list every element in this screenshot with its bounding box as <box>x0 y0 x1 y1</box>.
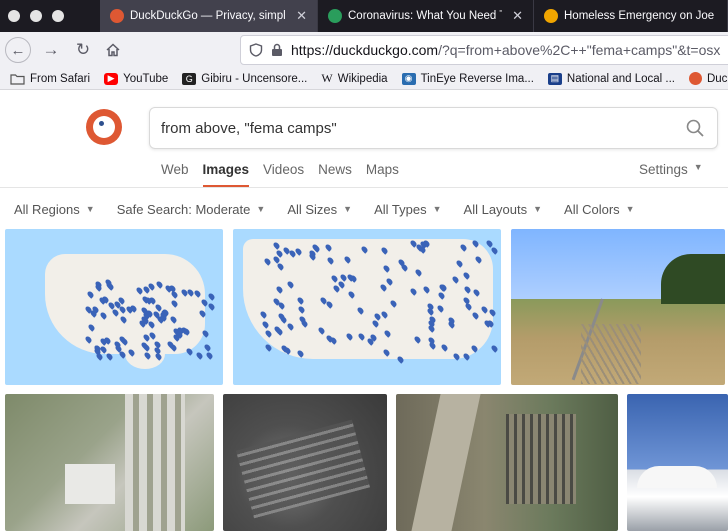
map-pin-icon <box>205 350 214 360</box>
bookmark-duckduckgo[interactable]: DuckD <box>688 72 728 85</box>
search-header: from above, "fema camps" Web Images Vide… <box>0 90 728 188</box>
gibiru-icon: G <box>182 72 197 85</box>
lock-icon <box>272 43 282 56</box>
bookmark-wikipedia[interactable]: W Wikipedia <box>321 71 387 86</box>
back-button[interactable]: ← <box>5 37 31 63</box>
search-verticals: Web Images Videos News Maps <box>161 162 399 187</box>
map-pin-icon <box>207 302 216 312</box>
filter-safe-search[interactable]: Safe Search: Moderate ▼ <box>117 202 266 217</box>
search-input[interactable]: from above, "fema camps" <box>149 107 718 149</box>
shield-icon[interactable] <box>249 43 263 57</box>
duckduckgo-icon <box>688 72 702 85</box>
chevron-down-icon: ▼ <box>256 204 266 214</box>
tab-title: Coronavirus: What You Need To <box>348 10 503 22</box>
tab-duckduckgo[interactable]: DuckDuckGo — Privacy, simplifi ✕ <box>100 0 318 32</box>
tab-maps[interactable]: Maps <box>366 162 399 177</box>
bookmark-tineye[interactable]: ◉ TinEye Reverse Ima... <box>401 72 534 85</box>
settings-dropdown[interactable]: Settings ▼ <box>639 162 703 177</box>
chevron-down-icon: ▼ <box>625 204 635 214</box>
chevron-down-icon: ▼ <box>432 204 442 214</box>
tab-title: Homeless Emergency on Joe Ro <box>564 10 717 22</box>
bookmark-national-local[interactable]: ▤ National and Local ... <box>547 72 675 85</box>
map-pin-icon <box>203 342 213 352</box>
coronavirus-favicon-icon <box>328 9 342 23</box>
image-result-aerial-airport[interactable] <box>5 394 214 531</box>
search-query-text: from above, "fema camps" <box>161 119 337 137</box>
tab-news[interactable]: News <box>318 162 352 177</box>
chevron-down-icon: ▼ <box>693 162 703 172</box>
zoom-window-button[interactable] <box>52 10 64 22</box>
image-result-aerial-rail-yard[interactable] <box>396 394 618 531</box>
chevron-down-icon: ▼ <box>533 204 543 214</box>
reload-button[interactable]: ↻ <box>69 36 97 64</box>
chevron-down-icon: ▼ <box>85 204 95 214</box>
image-result-fence-field[interactable] <box>511 229 725 385</box>
home-icon <box>106 43 120 57</box>
close-tab-icon[interactable]: ✕ <box>512 8 523 24</box>
tab-title: DuckDuckGo — Privacy, simplifi <box>130 10 287 22</box>
settings-label: Settings <box>639 162 688 177</box>
tab-images[interactable]: Images <box>202 162 249 187</box>
tineye-icon: ◉ <box>401 72 416 85</box>
bookmark-youtube[interactable]: ▶ YouTube <box>104 72 168 85</box>
filter-size[interactable]: All Sizes ▼ <box>287 202 352 217</box>
filter-type[interactable]: All Types ▼ <box>374 202 441 217</box>
map-pin-icon <box>489 246 499 255</box>
search-icon[interactable] <box>685 118 705 138</box>
news-icon: ▤ <box>547 72 562 85</box>
close-window-button[interactable] <box>8 10 20 22</box>
address-bar[interactable]: https://duckduckgo.com/?q=from+above%2C+… <box>240 35 728 65</box>
duckduckgo-favicon-icon <box>110 9 124 23</box>
image-filters: All Regions ▼ Safe Search: Moderate ▼ All … <box>0 189 728 229</box>
bookmarks-bar: From Safari ▶ YouTube G Gibiru - Uncenso… <box>0 68 728 90</box>
map-pin-icon <box>207 292 216 301</box>
window-controls <box>0 0 100 32</box>
chevron-down-icon: ▼ <box>343 204 353 214</box>
tab-strip: DuckDuckGo — Privacy, simplifi ✕ Coronav… <box>0 0 728 32</box>
forward-button[interactable]: → <box>37 36 65 64</box>
tab-videos[interactable]: Videos <box>263 162 304 177</box>
image-result-map-pins-1[interactable] <box>5 229 223 385</box>
filter-region[interactable]: All Regions ▼ <box>14 202 95 217</box>
image-result-map-pins-2[interactable] <box>233 229 501 385</box>
filter-color[interactable]: All Colors ▼ <box>564 202 635 217</box>
map-pin-icon <box>490 344 499 353</box>
image-result-aerial-bw[interactable] <box>223 394 387 531</box>
close-tab-icon[interactable]: ✕ <box>296 8 307 24</box>
minimize-window-button[interactable] <box>30 10 42 22</box>
bookmark-gibiru[interactable]: G Gibiru - Uncensore... <box>182 72 307 85</box>
bookmark-from-safari[interactable]: From Safari <box>10 73 90 85</box>
image-result-white-tent[interactable] <box>627 394 728 531</box>
image-results-grid <box>0 229 728 531</box>
navigation-toolbar: ← → ↻ https://duckduckgo.com/?q=from+abo… <box>0 32 728 68</box>
tab-homeless-emergency[interactable]: Homeless Emergency on Joe Ro <box>534 0 728 32</box>
duckduckgo-logo[interactable] <box>86 109 122 145</box>
url-text: https://duckduckgo.com/?q=from+above%2C+… <box>291 42 721 58</box>
filter-layout[interactable]: All Layouts ▼ <box>464 202 543 217</box>
sun-favicon-icon <box>544 9 558 23</box>
map-pin-icon <box>194 350 204 360</box>
tab-web[interactable]: Web <box>161 162 189 177</box>
wikipedia-icon: W <box>321 71 333 85</box>
folder-icon <box>10 73 25 85</box>
youtube-icon: ▶ <box>104 72 119 85</box>
home-button[interactable] <box>99 36 127 64</box>
tab-coronavirus[interactable]: Coronavirus: What You Need To ✕ <box>318 0 534 32</box>
